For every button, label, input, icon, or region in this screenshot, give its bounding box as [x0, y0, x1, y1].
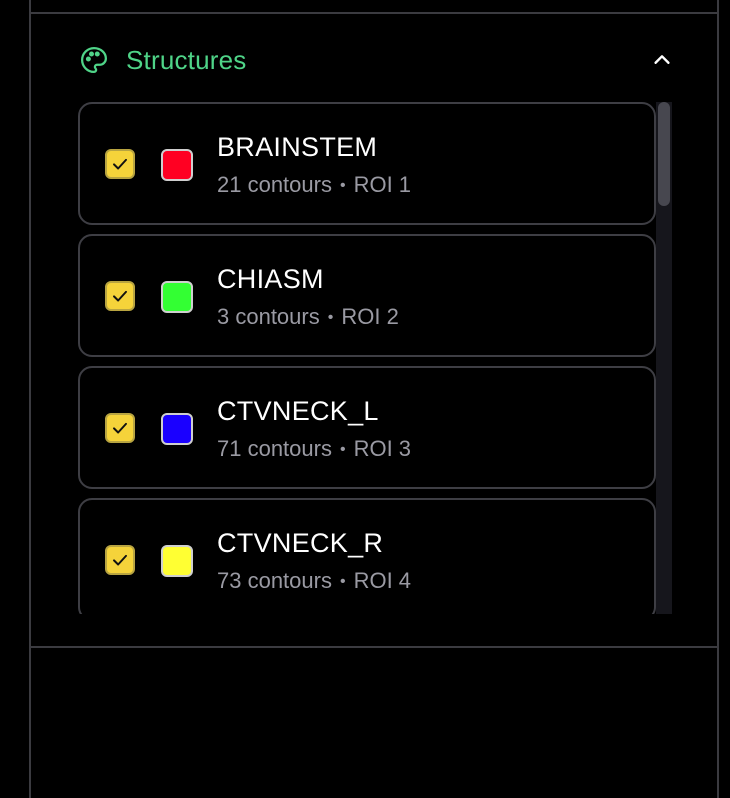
visibility-checkbox[interactable]	[105, 545, 135, 575]
separator-dot: •	[339, 177, 346, 194]
chevron-up-icon	[654, 55, 670, 64]
roi-label: ROI 2	[341, 304, 399, 329]
visibility-checkbox[interactable]	[105, 281, 135, 311]
structure-name: CHIASM	[217, 264, 324, 294]
scrollbar-track[interactable]	[656, 102, 672, 614]
structure-name: CTVNECK_L	[217, 396, 379, 426]
separator-dot: •	[339, 573, 346, 590]
structure-meta: 21 contours • ROI 1	[217, 172, 411, 198]
section-title: Structures	[126, 44, 247, 75]
checkmark-icon	[111, 419, 129, 437]
visibility-checkbox[interactable]	[105, 149, 135, 179]
structure-color-swatch[interactable]	[161, 281, 193, 313]
roi-label: ROI 3	[353, 436, 412, 461]
contour-count: 3 contours	[217, 304, 320, 329]
structure-name: CTVNECK_R	[217, 528, 384, 558]
section-divider-bottom	[31, 646, 719, 648]
separator-dot: •	[339, 441, 346, 458]
structure-item[interactable]: CTVNECK_L 71 contours • ROI 3	[78, 366, 656, 489]
structure-meta: 3 contours • ROI 2	[217, 304, 399, 330]
separator-dot: •	[327, 309, 334, 326]
structure-color-swatch[interactable]	[161, 413, 193, 445]
structure-item[interactable]: CHIASM 3 contours • ROI 2	[78, 234, 656, 357]
contour-count: 73 contours	[217, 568, 332, 593]
structure-meta: 71 contours • ROI 3	[217, 436, 411, 462]
collapse-button[interactable]	[648, 46, 676, 74]
scrollbar-thumb[interactable]	[658, 102, 670, 206]
structure-item[interactable]: CTVNECK_R 73 contours • ROI 4	[78, 498, 656, 614]
structure-color-swatch[interactable]	[161, 149, 193, 181]
checkmark-icon	[111, 287, 129, 305]
structures-section-header[interactable]: Structures	[78, 40, 678, 80]
structure-color-swatch[interactable]	[161, 545, 193, 577]
contour-count: 71 contours	[217, 436, 332, 461]
visibility-checkbox[interactable]	[105, 413, 135, 443]
checkmark-icon	[111, 155, 129, 173]
roi-label: ROI 4	[353, 568, 412, 593]
roi-label: ROI 1	[353, 172, 412, 197]
contour-count: 21 contours	[217, 172, 332, 197]
structure-meta: 73 contours • ROI 4	[217, 568, 411, 594]
structure-item[interactable]: BRAINSTEM 21 contours • ROI 1	[78, 102, 656, 225]
structure-name: BRAINSTEM	[217, 132, 378, 162]
checkmark-icon	[111, 551, 129, 569]
palette-icon	[78, 44, 110, 76]
structures-list[interactable]: BRAINSTEM 21 contours • ROI 1 CHIASM 3 contou…	[78, 102, 672, 614]
section-divider-top	[31, 12, 719, 14]
